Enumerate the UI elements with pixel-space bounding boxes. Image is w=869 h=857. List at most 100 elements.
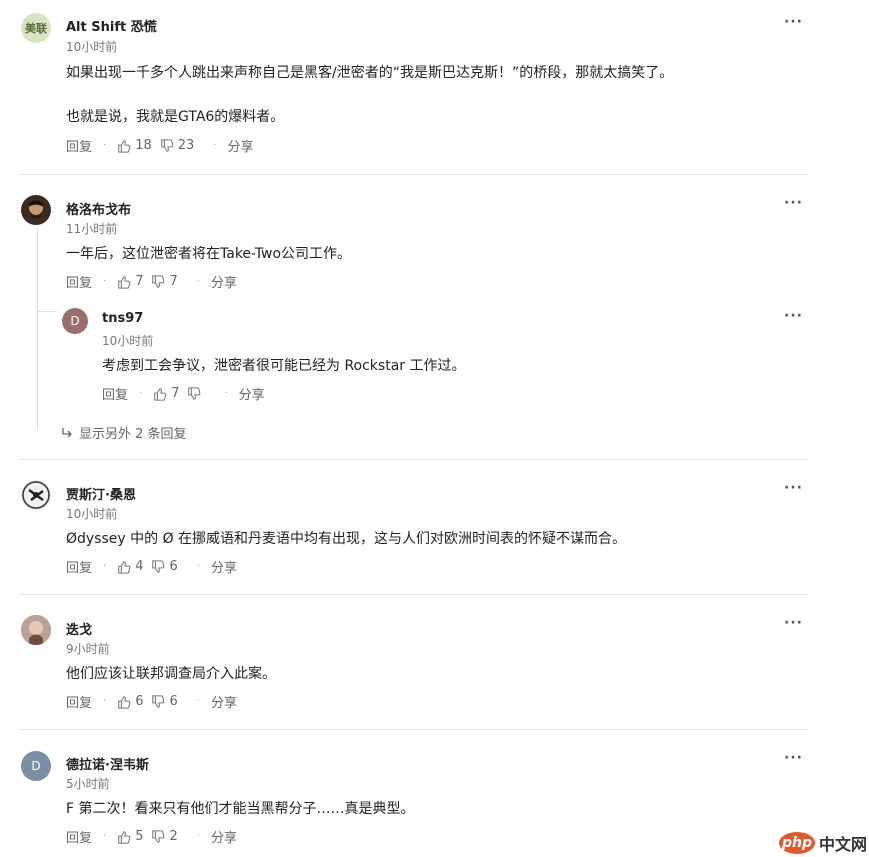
thumbs-down-icon [160, 138, 174, 152]
downvote-count: 2 [169, 829, 178, 844]
more-options-button[interactable]: ··· [784, 308, 803, 324]
avatar[interactable] [21, 615, 51, 645]
comment: 格洛布戈布 11小时前 一年后，这位泄密者将在Take-Two公司工作。 回复 … [0, 175, 810, 460]
thumbs-down-icon [188, 386, 201, 400]
separator: · [103, 561, 107, 572]
site-watermark: php 中文网 [778, 831, 867, 855]
username[interactable]: 贾斯汀·桑恩 [66, 484, 136, 503]
downvote-button[interactable]: 2 [151, 829, 185, 844]
show-more-replies-label: 显示另外 2 条回复 [79, 427, 187, 442]
reply-button[interactable]: 回复 [66, 272, 92, 291]
username[interactable]: tns97 [102, 311, 143, 326]
share-button[interactable]: 分享 [211, 272, 237, 291]
upvote-button[interactable]: 5 [117, 829, 151, 844]
upvote-button[interactable]: 18 [117, 138, 160, 153]
user-photo-icon [21, 615, 51, 645]
downvote-button[interactable] [187, 386, 213, 401]
php-logo: php [778, 832, 815, 854]
show-more-replies-button[interactable]: 显示另外 2 条回复 [61, 423, 187, 442]
upvote-button[interactable]: 4 [117, 559, 151, 574]
comment-actions: 回复 · 7 · 分享 [102, 384, 265, 403]
separator: · [103, 831, 107, 842]
user-photo-icon [22, 481, 50, 509]
more-options-button[interactable]: ··· [784, 750, 803, 766]
more-options-button[interactable]: ··· [784, 195, 803, 211]
upvote-button[interactable]: 7 [153, 386, 187, 401]
share-button[interactable]: 分享 [211, 692, 237, 711]
separator: · [196, 696, 200, 707]
thumbs-up-icon [118, 830, 131, 844]
share-button[interactable]: 分享 [211, 827, 237, 846]
downvote-count: 6 [169, 559, 178, 574]
reply-button[interactable]: 回复 [66, 557, 92, 576]
timestamp[interactable]: 11小时前 [66, 220, 117, 237]
thread-line [37, 230, 38, 430]
comment-text: 也就是说，我就是GTA6的爆料者。 [66, 109, 285, 125]
comment-text: Ødyssey 中的 Ø 在挪威语和丹麦语中均有出现，这与人们对欧洲时间表的怀疑… [66, 531, 627, 547]
username[interactable]: Alt Shift 恐慌 [66, 16, 157, 35]
downvote-button[interactable]: 7 [151, 274, 185, 289]
thumbs-down-icon [152, 274, 165, 288]
comment-actions: 回复 · 5 2 · 分享 [66, 827, 237, 846]
separator: · [196, 831, 200, 842]
downvote-count: 23 [177, 138, 195, 153]
share-button[interactable]: 分享 [239, 384, 265, 403]
downvote-count: 6 [169, 694, 178, 709]
upvote-count: 7 [135, 274, 144, 289]
downvote-button[interactable]: 6 [151, 559, 185, 574]
avatar[interactable]: 美联 [21, 13, 51, 43]
upvote-button[interactable]: 6 [117, 694, 151, 709]
separator: · [139, 388, 143, 399]
upvote-count: 4 [135, 559, 144, 574]
upvote-count: 18 [135, 138, 152, 153]
timestamp[interactable]: 10小时前 [102, 332, 153, 349]
avatar[interactable]: D [62, 308, 88, 334]
timestamp[interactable]: 10小时前 [66, 38, 117, 55]
comment-text: 他们应该让联邦调查局介入此案。 [66, 666, 276, 682]
separator: · [213, 140, 217, 151]
username[interactable]: 迭戈 [66, 619, 92, 638]
reply-button[interactable]: 回复 [66, 136, 92, 155]
separator: · [103, 140, 107, 151]
upvote-count: 7 [171, 386, 180, 401]
avatar[interactable]: D [21, 751, 51, 781]
avatar[interactable] [21, 195, 51, 225]
thumbs-down-icon [152, 559, 165, 573]
thread-line [37, 311, 57, 312]
comment: D 德拉诺·涅韦斯 5小时前 F 第二次！看来只有他们才能当黑帮分子……真是典型… [0, 730, 810, 857]
separator: · [103, 696, 107, 707]
downvote-count: 7 [169, 274, 178, 289]
more-options-button[interactable]: ··· [784, 615, 803, 631]
reply-arrow-icon [62, 427, 72, 437]
more-options-button[interactable]: ··· [784, 14, 803, 30]
thumbs-down-icon [152, 829, 165, 843]
separator: · [196, 561, 200, 572]
thumbs-up-icon [118, 695, 131, 709]
thumbs-up-icon [118, 560, 131, 574]
username[interactable]: 德拉诺·涅韦斯 [66, 754, 149, 773]
downvote-button[interactable]: 6 [151, 694, 185, 709]
separator: · [103, 276, 107, 287]
downvote-button[interactable]: 23 [160, 138, 203, 153]
share-button[interactable]: 分享 [211, 557, 237, 576]
user-photo-icon [29, 200, 43, 218]
share-button[interactable]: 分享 [227, 136, 253, 155]
reply-button[interactable]: 回复 [102, 384, 128, 403]
thumbs-up-icon [118, 275, 131, 289]
more-options-button[interactable]: ··· [784, 480, 803, 496]
comment-actions: 回复 · 4 6 · 分享 [66, 557, 237, 576]
upvote-count: 5 [135, 829, 144, 844]
reply-button[interactable]: 回复 [66, 692, 92, 711]
reply-button[interactable]: 回复 [66, 827, 92, 846]
comment-text: 如果出现一千多个人跳出来声称自己是黑客/泄密者的“我是斯巴达克斯！”的桥段，那就… [66, 65, 674, 81]
upvote-button[interactable]: 7 [117, 274, 151, 289]
timestamp[interactable]: 5小时前 [66, 775, 110, 792]
comment-text: F 第二次！看来只有他们才能当黑帮分子……真是典型。 [66, 801, 415, 817]
comment: 迭戈 9小时前 他们应该让联邦调查局介入此案。 回复 · 6 6 · 分享 ··… [0, 595, 810, 730]
timestamp[interactable]: 9小时前 [66, 640, 110, 657]
username[interactable]: 格洛布戈布 [66, 199, 131, 218]
avatar[interactable] [21, 480, 51, 510]
comment-actions: 回复 · 18 23 · 分享 [66, 136, 254, 155]
timestamp[interactable]: 10小时前 [66, 505, 117, 522]
upvote-count: 6 [135, 694, 144, 709]
